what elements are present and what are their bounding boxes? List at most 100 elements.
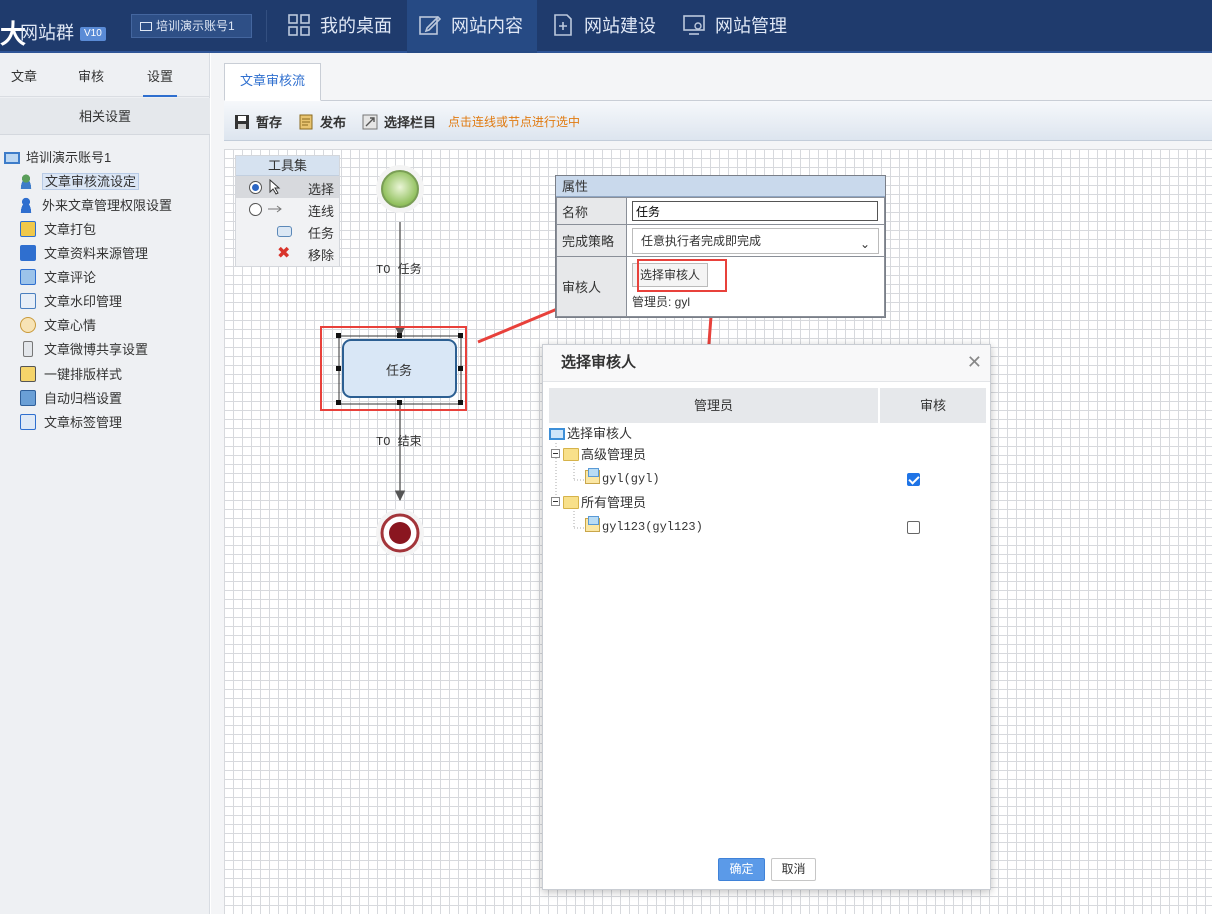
- tree-member-gyl123[interactable]: gyl123(gyl123): [585, 516, 703, 536]
- toolbox-panel: 工具集 选择 连线 任务 ✖ 移除: [235, 155, 340, 267]
- select-reviewer-dialog: 选择审核人 ✕ 管理员 审核 选择审核人 高级管理员 gyl(gyl) 所有管理…: [542, 344, 991, 890]
- account-name: 培训演示账号1: [156, 19, 235, 33]
- tool-connect-label: 连线: [308, 204, 335, 219]
- review-checkbox-gyl[interactable]: [907, 473, 920, 486]
- tree-group-all[interactable]: 所有管理员: [551, 494, 646, 512]
- sidebar-item-one-click-layout[interactable]: 一键排版样式: [20, 365, 122, 385]
- sidebar-item-label: 文章资料来源管理: [44, 246, 149, 261]
- tree-lines: [555, 443, 585, 529]
- nav-label: 网站建设: [584, 16, 656, 36]
- tree-root-label: 培训演示账号1: [26, 150, 112, 165]
- nav-site-manage[interactable]: 网站管理: [671, 0, 801, 53]
- add-page-icon: [554, 14, 572, 36]
- annotation-box-task: [320, 326, 467, 411]
- nav-label: 我的桌面: [320, 16, 392, 36]
- tool-connect[interactable]: 连线: [236, 198, 339, 220]
- monitor-icon: [140, 22, 152, 31]
- tree-member-label: gyl123(gyl123): [602, 520, 703, 534]
- chevron-down-icon: ⌄: [859, 236, 870, 251]
- nav-site-content[interactable]: 网站内容: [407, 0, 537, 53]
- hand-icon: [20, 317, 36, 333]
- sidebar-item-source[interactable]: 文章资料来源管理: [20, 244, 148, 264]
- collapse-icon[interactable]: [551, 497, 560, 506]
- app-logo[interactable]: 大 网站群 V10: [0, 0, 120, 53]
- sidebar-item-mood[interactable]: 文章心情: [20, 316, 96, 336]
- sidebar-item-label: 文章水印管理: [44, 294, 123, 309]
- tree-group-label: 高级管理员: [581, 447, 647, 462]
- nav-label: 网站内容: [451, 16, 523, 36]
- sidebar-item-label: 外来文章管理权限设置: [42, 198, 173, 213]
- nav-site-build[interactable]: 网站建设: [540, 0, 670, 53]
- edge-label-to-end[interactable]: TO 结束: [376, 432, 422, 449]
- sidebar-item-tags[interactable]: 文章标签管理: [20, 413, 122, 433]
- tool-select-radio[interactable]: [249, 181, 262, 194]
- flow-toolbar: 暂存 发布 选择栏目 点击连线或节点进行选中: [224, 101, 1212, 141]
- cancel-button[interactable]: 取消: [771, 858, 816, 881]
- archive-icon: [20, 390, 36, 406]
- tool-select[interactable]: 选择: [236, 176, 339, 198]
- tab-review-flow[interactable]: 文章审核流: [224, 63, 321, 101]
- sidebar-item-watermark[interactable]: 文章水印管理: [20, 292, 122, 312]
- content-tabbar: 文章审核流: [224, 63, 1212, 101]
- tool-task-label: 任务: [308, 226, 335, 241]
- sidebar-item-comment[interactable]: 文章评论: [20, 268, 96, 288]
- tool-remove[interactable]: ✖ 移除: [236, 242, 339, 264]
- source-icon: [20, 245, 36, 261]
- tree-group-label: 所有管理员: [581, 495, 647, 510]
- sidebar-item-package[interactable]: 文章打包: [20, 220, 96, 240]
- sidebar-tree-root[interactable]: 培训演示账号1: [4, 149, 111, 167]
- user-doc-icon: [585, 516, 600, 532]
- phone-icon: [23, 341, 33, 357]
- tree-root-label: 选择审核人: [567, 426, 633, 441]
- task-node-icon: [277, 226, 292, 237]
- sidebar-item-external-permission[interactable]: 外来文章管理权限设置: [18, 196, 172, 216]
- sidebar-item-label: 文章打包: [44, 222, 97, 237]
- properties-table: 名称 完成策略 任意执行者完成即完成⌄ 审核人 选择审核人 管理员: gyl: [556, 197, 885, 317]
- sidebar-tab-articles[interactable]: 文章: [11, 66, 37, 85]
- comment-icon: [20, 269, 36, 285]
- package-icon: [20, 221, 36, 237]
- task-name-input[interactable]: [632, 201, 878, 221]
- grid-icon: [288, 14, 310, 36]
- select-column-button[interactable]: 选择栏目: [362, 112, 436, 131]
- review-checkbox-gyl123[interactable]: [907, 521, 920, 534]
- edit-icon: [419, 15, 441, 35]
- sidebar-item-label: 文章心情: [44, 318, 97, 333]
- toolbar-hint: 点击连线或节点进行选中: [448, 115, 581, 129]
- tree-group-senior[interactable]: 高级管理员: [551, 446, 646, 464]
- save-draft-button[interactable]: 暂存: [234, 112, 282, 131]
- tree-root-node[interactable]: 选择审核人: [549, 425, 632, 443]
- strategy-select[interactable]: 任意执行者完成即完成 ⌄: [632, 227, 879, 254]
- monitor-icon: [549, 428, 565, 440]
- publish-icon: [299, 114, 313, 130]
- sidebar-item-label: 文章标签管理: [44, 415, 123, 430]
- sidebar-item-label: 文章评论: [44, 270, 97, 285]
- sidebar-tab-review[interactable]: 审核: [78, 66, 104, 85]
- logo-text: 网站群: [20, 23, 74, 43]
- edge-label-to-task[interactable]: TO 任务: [376, 260, 422, 277]
- collapse-icon[interactable]: [551, 449, 560, 458]
- properties-title: 属性: [556, 176, 885, 197]
- tree-member-gyl[interactable]: gyl(gyl): [585, 468, 660, 488]
- save-draft-label: 暂存: [256, 115, 283, 130]
- publish-button[interactable]: 发布: [298, 112, 346, 131]
- remove-icon: ✖: [277, 245, 291, 262]
- sidebar-tab-settings[interactable]: 设置: [142, 66, 178, 97]
- account-switcher[interactable]: 培训演示账号1: [131, 14, 252, 38]
- top-navigation-bar: 大 网站群 V10 培训演示账号1 我的桌面 网站内容 网站建设 网站管理: [0, 0, 1212, 53]
- sidebar-item-auto-archive[interactable]: 自动归档设置: [20, 389, 122, 409]
- tool-connect-radio[interactable]: [249, 203, 262, 216]
- tag-list-icon: [20, 414, 36, 430]
- users-icon: [18, 173, 34, 189]
- tool-task[interactable]: 任务: [236, 220, 339, 242]
- toolbox-title: 工具集: [236, 156, 339, 176]
- nav-my-desktop[interactable]: 我的桌面: [276, 0, 406, 53]
- sidebar-item-weibo-share[interactable]: 文章微博共享设置: [20, 340, 148, 360]
- left-sidebar: 文章 审核 设置 相关设置 培训演示账号1 文章审核流设定 外来文章管理权限设置…: [0, 53, 210, 914]
- tool-select-label: 选择: [308, 182, 335, 197]
- sidebar-item-label: 自动归档设置: [44, 391, 123, 406]
- sidebar-item-review-flow[interactable]: 文章审核流设定: [18, 172, 140, 192]
- folder-icon: [563, 496, 579, 509]
- tree-member-label: gyl(gyl): [602, 472, 660, 486]
- confirm-button[interactable]: 确定: [718, 858, 765, 881]
